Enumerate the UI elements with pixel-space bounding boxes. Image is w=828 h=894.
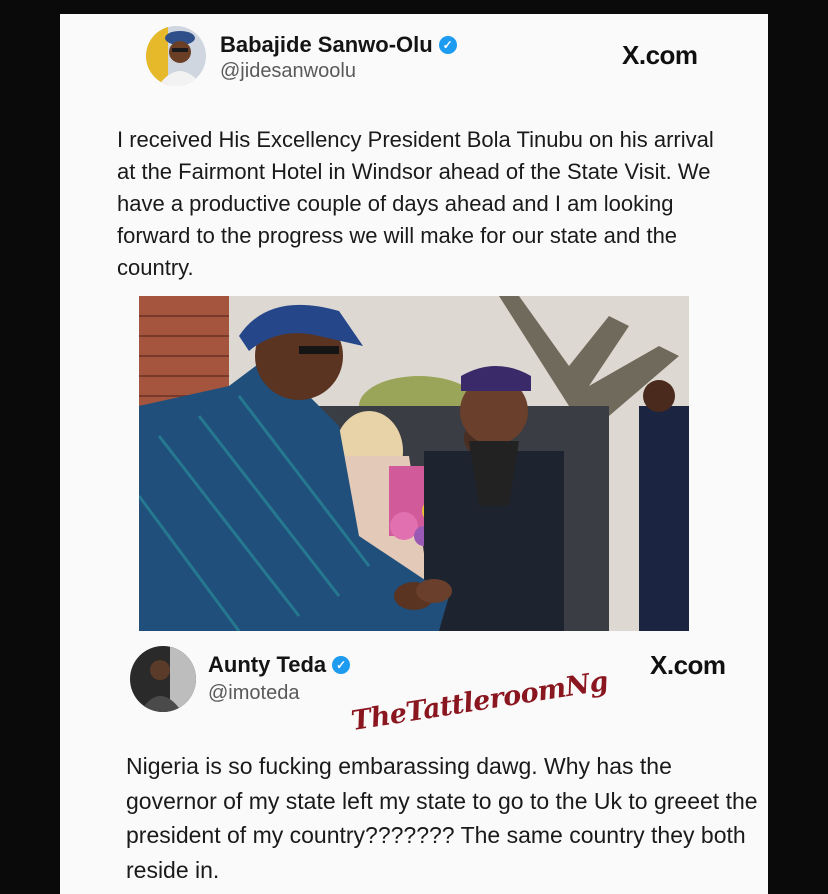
post2-source-label: X.com xyxy=(650,650,726,680)
verified-badge-icon: ✓ xyxy=(332,656,351,674)
post1-handle[interactable]: @jidesanwoolu xyxy=(220,60,356,83)
post2-display-name[interactable]: Aunty Teda xyxy=(208,652,326,678)
screenshot-frame: Babajide Sanwo-Olu ✓ @jidesanwoolu X.com… xyxy=(60,14,768,894)
post1-display-name[interactable]: Babajide Sanwo-Olu xyxy=(220,32,433,58)
post2-avatar[interactable] xyxy=(130,646,196,712)
post1-header: Babajide Sanwo-Olu ✓ @jidesanwoolu X.com xyxy=(60,26,768,86)
post1-photo[interactable] xyxy=(139,296,689,631)
post2-text: Nigeria is so fucking embarassing dawg. … xyxy=(126,753,758,883)
post1-text: I received His Excellency President Bola… xyxy=(117,127,714,280)
verified-badge-icon: ✓ xyxy=(438,36,457,54)
post1-name-row: Babajide Sanwo-Olu ✓ xyxy=(220,32,457,58)
post1-avatar[interactable] xyxy=(146,26,206,86)
post1-source-label: X.com xyxy=(622,40,698,70)
post2-header: Aunty Teda ✓ @imoteda X.com xyxy=(60,644,768,712)
post2-handle[interactable]: @imoteda xyxy=(208,682,299,705)
post2-name-row: Aunty Teda ✓ xyxy=(208,652,351,678)
